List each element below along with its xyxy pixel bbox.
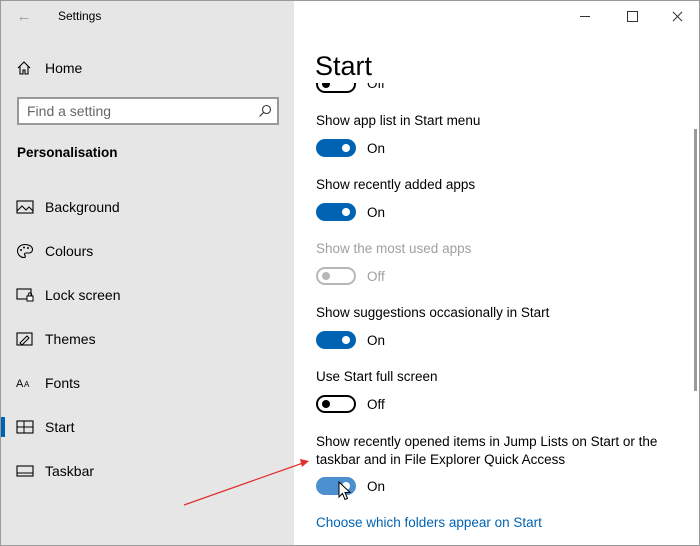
sidebar-item-themes[interactable]: Themes: [1, 319, 294, 359]
sidebar-item-lock-screen[interactable]: Lock screen: [1, 275, 294, 315]
setting-label-suggestions: Show suggestions occasionally in Start: [316, 305, 550, 320]
toggle-partial-top-state: Off: [367, 83, 385, 91]
sidebar-item-label: Lock screen: [45, 287, 121, 303]
nav-home[interactable]: Home: [1, 55, 294, 81]
sidebar-item-label: Start: [45, 419, 75, 435]
home-icon: [17, 61, 31, 75]
toggle-state-jump-lists: On: [367, 479, 386, 494]
toggle-state-full-screen: Off: [367, 397, 385, 412]
sidebar-item-label: Fonts: [45, 375, 81, 391]
toggle-knob: [342, 208, 350, 216]
setting-label-recently-added: Show recently added apps: [316, 177, 476, 192]
palette-icon: [16, 243, 34, 259]
section-title: Personalisation: [17, 145, 118, 160]
sidebar-item-label: Colours: [45, 243, 94, 259]
sidebar-item-label: Themes: [45, 331, 96, 347]
start-icon: [16, 420, 34, 434]
sidebar-item-taskbar[interactable]: Taskbar: [1, 451, 294, 491]
choose-folders-link[interactable]: Choose which folders appear on Start: [316, 515, 542, 530]
toggle-knob: [322, 272, 330, 280]
search-icon[interactable]: [257, 103, 273, 119]
toggle-suggestions[interactable]: [316, 331, 356, 349]
settings-window: ← Settings Home Personalisation Backgrou…: [0, 0, 700, 546]
toggle-app-list[interactable]: [316, 139, 356, 157]
page-title: Start: [315, 51, 373, 81]
toggle-knob: [342, 144, 350, 152]
close-button[interactable]: [655, 1, 699, 33]
toggle-partial-top[interactable]: [316, 83, 356, 93]
setting-label-jump-lists: Show recently opened items in Jump Lists…: [316, 434, 658, 467]
svg-text:A: A: [16, 378, 24, 390]
toggle-state-most-used: Off: [367, 269, 385, 284]
picture-icon: [16, 200, 34, 214]
toggle-knob: [342, 336, 350, 344]
app-title: Settings: [58, 9, 102, 23]
sidebar-item-label: Taskbar: [45, 463, 95, 479]
sidebar-item-start[interactable]: Start: [1, 407, 294, 447]
selection-indicator: [1, 417, 5, 437]
setting-label-full-screen: Use Start full screen: [316, 369, 438, 384]
setting-label-app-list: Show app list in Start menu: [316, 113, 481, 128]
mouse-cursor-icon: [338, 481, 352, 501]
fonts-icon: A A: [16, 378, 30, 390]
toggle-knob: [322, 83, 330, 88]
toggle-state-suggestions: On: [367, 333, 386, 348]
toggle-knob: [322, 400, 330, 408]
search-input[interactable]: [19, 99, 239, 123]
toggle-most-used: [316, 267, 356, 285]
sidebar-item-colours[interactable]: Colours: [1, 231, 294, 271]
sidebar-item-fonts[interactable]: A A Fonts: [1, 363, 294, 403]
sidebar-item-label: Background: [45, 199, 120, 215]
sidebar-item-background[interactable]: Background: [1, 187, 294, 227]
toggle-state-recently-added: On: [367, 205, 386, 220]
window-controls: [563, 1, 699, 33]
toggle-full-screen[interactable]: [316, 395, 356, 413]
nav-home-label: Home: [45, 60, 83, 76]
taskbar-icon: [16, 465, 34, 477]
svg-text:A: A: [24, 380, 30, 389]
back-button[interactable]: ←: [13, 7, 35, 27]
scrollbar-thumb[interactable]: [694, 129, 697, 391]
title-bar: ← Settings: [1, 1, 294, 33]
search-box[interactable]: [17, 97, 279, 125]
sidebar: ← Settings Home Personalisation Backgrou…: [1, 1, 294, 545]
themes-icon: [16, 332, 33, 346]
maximize-button[interactable]: [609, 1, 655, 33]
toggle-recently-added[interactable]: [316, 203, 356, 221]
settings-scroll-area: Off Show app list in Start menu On Show …: [294, 83, 699, 545]
lock-screen-icon: [16, 288, 34, 302]
back-arrow-icon: ←: [16, 8, 32, 25]
minimize-button[interactable]: [563, 1, 609, 33]
toggle-state-app-list: On: [367, 141, 386, 156]
main-panel: Start Off Show app list in Start menu On…: [294, 1, 699, 545]
setting-label-most-used: Show the most used apps: [316, 241, 472, 256]
